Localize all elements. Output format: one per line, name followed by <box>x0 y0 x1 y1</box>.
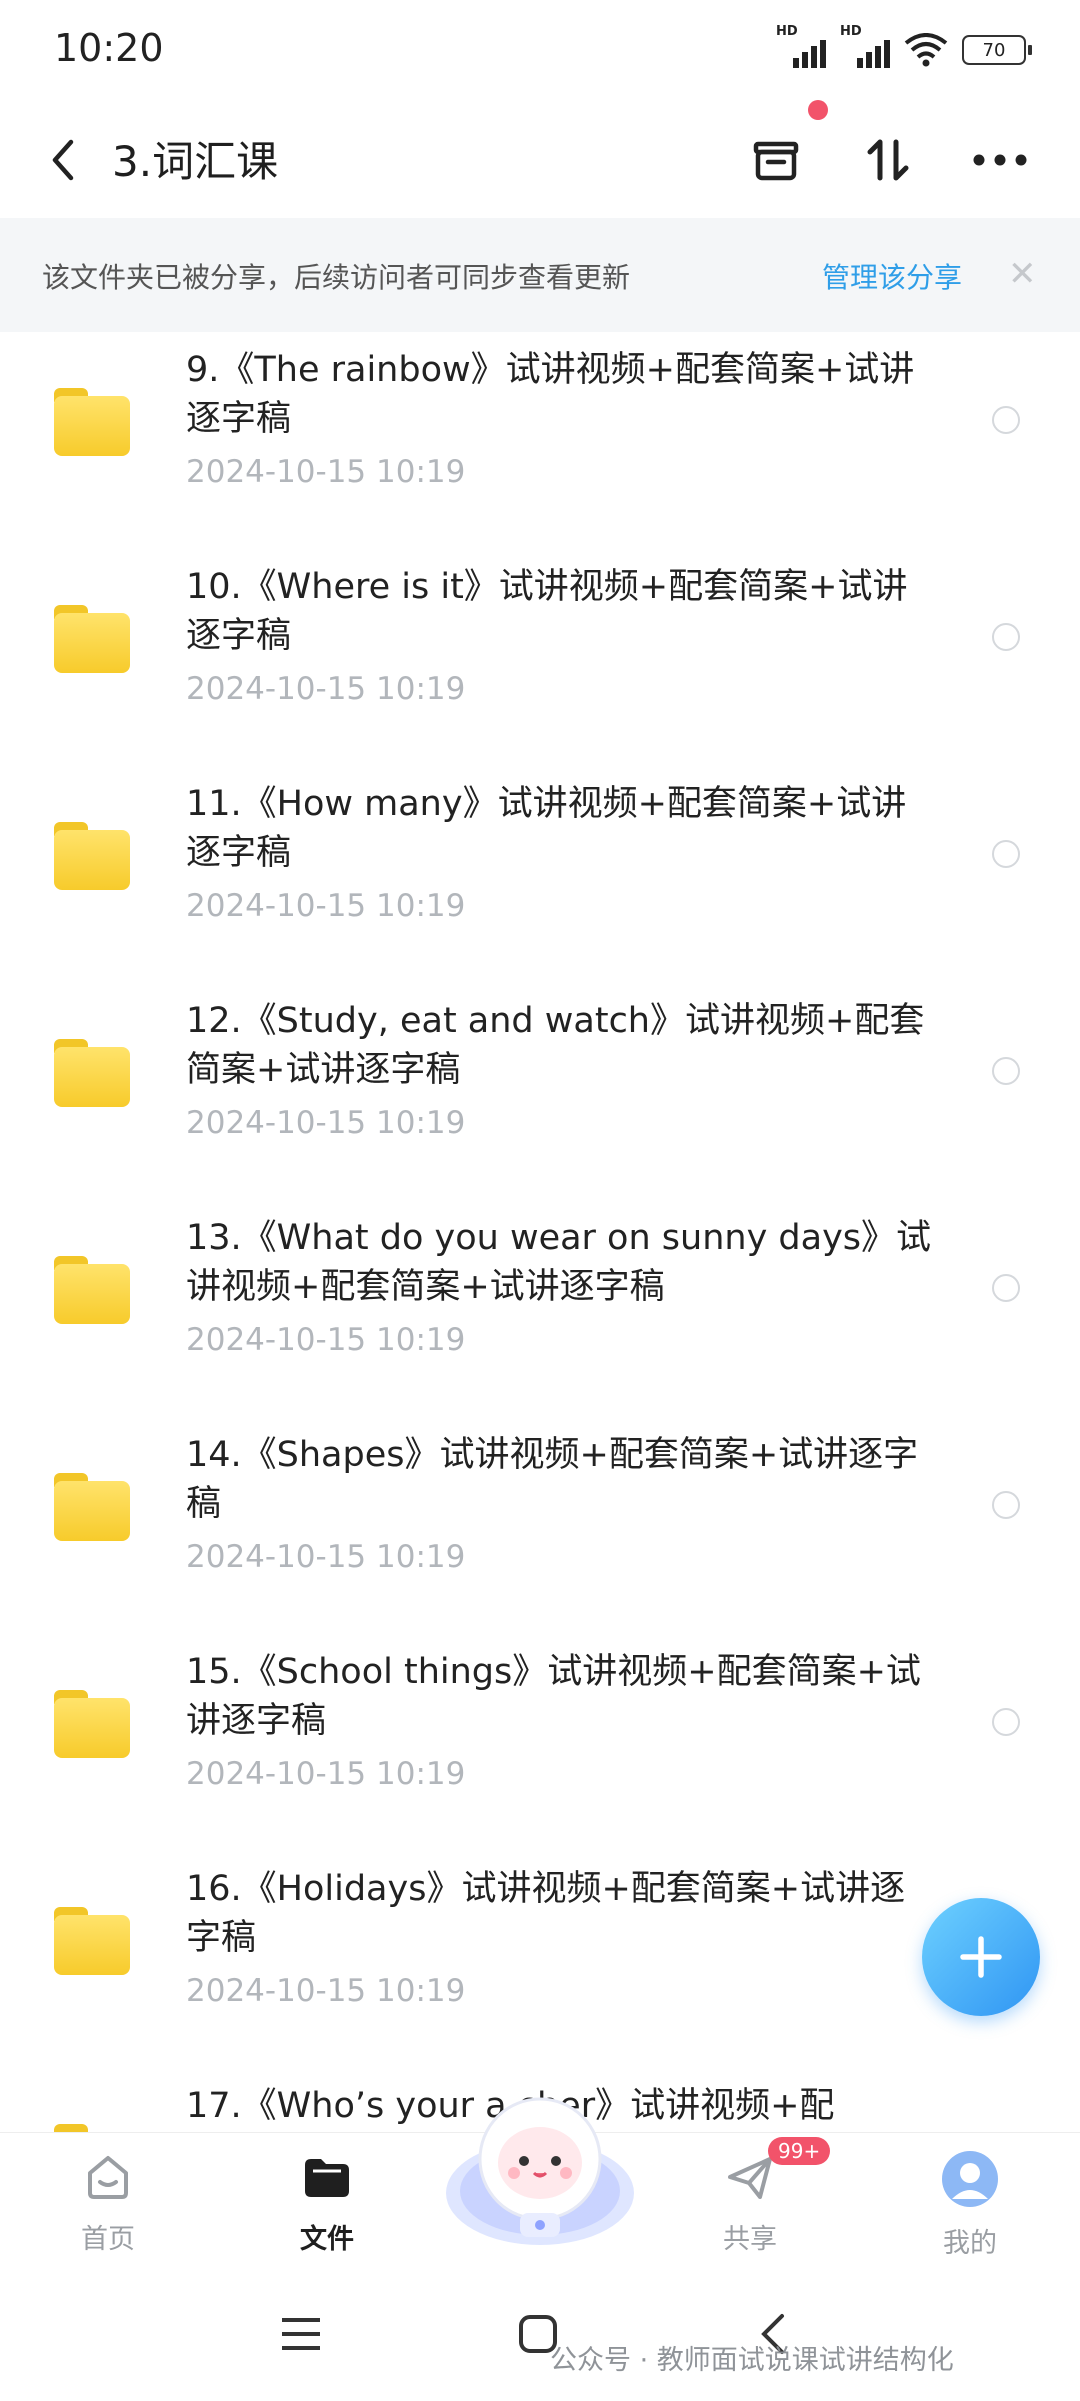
add-button[interactable] <box>922 1898 1040 2016</box>
file-name: 9.《The rainbow》试讲视频+配套简案+试讲 逐字稿 <box>186 350 915 439</box>
nav-mine-label: 我的 <box>943 2228 997 2259</box>
signal-hd-label: HD <box>776 24 798 39</box>
astronaut-mascot-icon <box>446 2097 634 2245</box>
share-banner-text: 该文件夹已被分享，后续访问者可同步查看更新 <box>42 261 631 294</box>
share-badge: 99+ <box>768 2137 831 2165</box>
folder-icon <box>54 1690 130 1758</box>
home-icon <box>88 2156 128 2199</box>
select-checkbox[interactable] <box>992 1274 1020 1302</box>
folder-filled-icon <box>305 2159 349 2197</box>
manage-share-link[interactable]: 管理该分享 <box>822 256 962 296</box>
folder-icon <box>54 2124 130 2132</box>
folder-icon <box>54 1256 130 1324</box>
signal-hd-label: HD <box>840 24 862 39</box>
list-item[interactable]: 10.《Where is it》试讲视频+配套简案+试讲 逐字稿 2024-10… <box>0 549 1080 766</box>
back-button[interactable] <box>40 132 86 188</box>
file-name: 14.《Shapes》试讲视频+配套简案+试讲逐字 稿 <box>186 1435 919 1524</box>
file-name: 13.《What do you wear on sunny days》试 讲视频… <box>186 1218 932 1307</box>
signal-icon: HD <box>840 24 890 70</box>
nav-home-label: 首页 <box>81 2224 135 2255</box>
list-item[interactable]: 13.《What do you wear on sunny days》试 讲视频… <box>0 1200 1080 1417</box>
file-date: 2024-10-15 10:19 <box>186 1973 466 2009</box>
sort-button[interactable] <box>856 128 920 192</box>
chevron-left-icon <box>52 139 74 181</box>
wifi-icon <box>904 33 948 67</box>
share-banner: 该文件夹已被分享，后续访问者可同步查看更新 管理该分享 ✕ <box>0 218 1080 332</box>
notification-dot <box>808 100 828 120</box>
select-checkbox[interactable] <box>992 1708 1020 1736</box>
file-name: 16.《Holidays》试讲视频+配套简案+试讲逐 字稿 <box>186 1869 906 1958</box>
nav-share[interactable]: 共享 <box>690 2149 810 2256</box>
file-name: 15.《School things》试讲视频+配套简案+试 讲逐字稿 <box>186 1652 921 1741</box>
archive-box-icon <box>753 141 799 181</box>
file-name: 11.《How many》试讲视频+配套简案+试讲 逐字稿 <box>186 784 907 873</box>
file-date: 2024-10-15 10:19 <box>186 1756 466 1792</box>
list-item[interactable]: 15.《School things》试讲视频+配套简案+试 讲逐字稿 2024-… <box>0 1634 1080 1851</box>
nav-home[interactable]: 首页 <box>48 2149 168 2256</box>
status-icons: HD HD 70 <box>776 24 1032 70</box>
close-icon[interactable]: ✕ <box>1008 254 1037 294</box>
select-checkbox[interactable] <box>992 1491 1020 1519</box>
file-date: 2024-10-15 10:19 <box>186 1539 466 1575</box>
nav-files-label: 文件 <box>300 2224 354 2255</box>
list-item[interactable]: 16.《Holidays》试讲视频+配套简案+试讲逐 字稿 2024-10-15… <box>0 1851 1080 2068</box>
page-title: 3.词汇课 <box>112 137 279 186</box>
mascot-button[interactable] <box>442 2081 638 2249</box>
watermark-text: 公众号 · 教师面试说课试讲结构化 <box>550 2345 954 2376</box>
status-time: 10:20 <box>54 26 164 70</box>
select-checkbox[interactable] <box>992 623 1020 651</box>
more-button[interactable] <box>968 128 1032 192</box>
file-list: 9.《The rainbow》试讲视频+配套简案+试讲 逐字稿 2024-10-… <box>0 332 1080 2132</box>
nav-share-label: 共享 <box>723 2224 777 2255</box>
nav-files[interactable]: 文件 <box>267 2149 387 2256</box>
file-date: 2024-10-15 10:19 <box>186 1322 466 1358</box>
signal-icon: HD <box>776 24 826 70</box>
battery-icon: 70 <box>962 35 1032 65</box>
file-date: 2024-10-15 10:19 <box>186 671 466 707</box>
select-checkbox[interactable] <box>992 406 1020 434</box>
avatar-icon <box>942 2151 998 2207</box>
battery-level: 70 <box>982 39 1006 61</box>
folder-icon <box>54 822 130 890</box>
list-item[interactable]: 12.《Study, eat and watch》试讲视频+配套 简案+试讲逐字… <box>0 983 1080 1200</box>
folder-icon <box>54 1473 130 1541</box>
file-date: 2024-10-15 10:19 <box>186 454 466 490</box>
nav-mine[interactable]: 我的 <box>910 2149 1030 2260</box>
folder-icon <box>54 1039 130 1107</box>
folder-icon <box>54 388 130 456</box>
folder-icon <box>54 1907 130 1975</box>
file-date: 2024-10-15 10:19 <box>186 1105 466 1141</box>
select-checkbox[interactable] <box>992 840 1020 868</box>
folder-icon <box>54 605 130 673</box>
file-name: 10.《Where is it》试讲视频+配套简案+试讲 逐字稿 <box>186 567 908 656</box>
select-checkbox[interactable] <box>992 1057 1020 1085</box>
system-nav-bar: 公众号 · 教师面试说课试讲结构化 <box>0 2282 1080 2401</box>
title-bar: 3.词汇课 <box>0 110 1080 210</box>
bottom-nav: 首页 文件 共享 99+ 我的 <box>0 2097 1080 2283</box>
transfer-list-button[interactable] <box>744 128 808 192</box>
menu-icon[interactable] <box>280 2314 322 2354</box>
list-item[interactable]: 11.《How many》试讲视频+配套简案+试讲 逐字稿 2024-10-15… <box>0 766 1080 983</box>
list-item[interactable]: 9.《The rainbow》试讲视频+配套简案+试讲 逐字稿 2024-10-… <box>0 332 1080 549</box>
status-bar: 10:20 HD HD 70 <box>0 0 1080 100</box>
list-item[interactable]: 14.《Shapes》试讲视频+配套简案+试讲逐字 稿 2024-10-15 1… <box>0 1417 1080 1634</box>
sort-arrows-icon <box>867 139 909 181</box>
plus-icon <box>960 1936 1002 1978</box>
file-date: 2024-10-15 10:19 <box>186 888 466 924</box>
file-name: 12.《Study, eat and watch》试讲视频+配套 简案+试讲逐字… <box>186 1001 925 1090</box>
more-dots-icon <box>973 154 1027 166</box>
